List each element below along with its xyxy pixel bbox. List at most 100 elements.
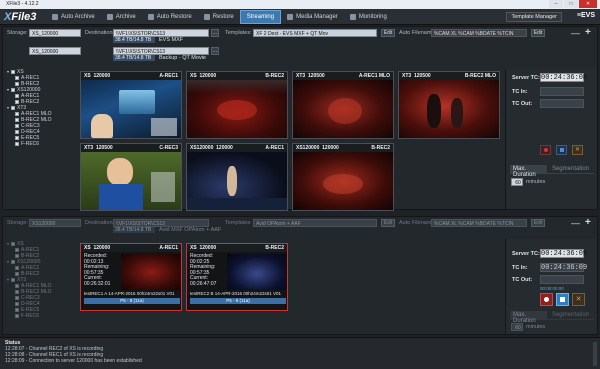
checkbox[interactable] xyxy=(15,100,19,104)
tc-out-field[interactable] xyxy=(540,99,584,108)
template-select[interactable]: Avid OPAtom + AAF xyxy=(253,219,377,227)
stop-button[interactable] xyxy=(556,145,567,155)
close-button[interactable]: ✕ xyxy=(579,0,597,8)
checkbox[interactable] xyxy=(11,242,16,246)
expand-icon[interactable]: ▾ xyxy=(7,259,9,265)
tc-in-field[interactable] xyxy=(540,87,584,96)
recording-clip-tile[interactable]: XS 120000 B-REC2 Recorded: 00:02:25 Remain… xyxy=(186,243,288,311)
tab-streaming[interactable]: Streaming xyxy=(239,9,282,24)
tree-item[interactable]: F-REC6 xyxy=(7,141,75,147)
storage-label: Storage: xyxy=(7,30,28,36)
template-manager-button[interactable]: Template Manager xyxy=(506,12,562,22)
dest2-browse-button[interactable]: ... xyxy=(211,47,219,55)
dest1-browse-button[interactable]: ... xyxy=(211,29,219,37)
status-scrollbar[interactable] xyxy=(593,342,597,366)
expand-icon[interactable]: ▾ xyxy=(7,105,9,111)
destination-path-2[interactable]: \\VF1\XS\STOR\CS13 xyxy=(113,47,209,55)
channel-tile[interactable]: XT3 120500 B-REC2 MLO xyxy=(398,71,500,139)
checkbox[interactable] xyxy=(15,82,19,86)
minutes-label: minutes xyxy=(526,324,546,330)
checkbox[interactable] xyxy=(11,278,16,282)
minimize-button[interactable]: – xyxy=(549,0,563,8)
tab-max-duration[interactable]: Max. Duration xyxy=(510,165,547,178)
tab-max-duration[interactable]: Max. Duration xyxy=(510,311,547,324)
channel-tile[interactable]: XS 120000 A-REC1 xyxy=(80,71,182,139)
autofilename-input[interactable]: %CAM.XL %CAM %BDATE %TCIN xyxy=(431,29,527,37)
status-log: Status 12:28:07 - Channel REC2 of XS is … xyxy=(0,337,600,369)
expand-icon[interactable]: ▾ xyxy=(7,241,9,247)
templates-label: Templates: xyxy=(225,220,252,226)
storage-select[interactable]: XS120000 xyxy=(29,219,81,227)
checkbox[interactable] xyxy=(11,106,16,110)
stop-button[interactable] xyxy=(556,293,569,306)
destination-path-1[interactable]: \\VF1\XS\STOR\CS13 xyxy=(113,29,209,37)
cancel-record-button[interactable]: ✕ xyxy=(572,145,583,155)
checkbox[interactable] xyxy=(15,94,19,98)
autofilename-edit-button[interactable]: Edit xyxy=(531,29,545,37)
expand-icon[interactable]: ▾ xyxy=(7,277,9,283)
record-icon xyxy=(544,297,549,302)
checkbox[interactable] xyxy=(15,142,19,146)
checkbox[interactable] xyxy=(15,76,19,80)
tab-archive[interactable]: Archive xyxy=(101,10,142,24)
tab-segmentation[interactable]: Segmentation xyxy=(547,165,594,173)
tab-restore[interactable]: Restore xyxy=(198,10,240,24)
duration-minutes-input[interactable]: 60 xyxy=(511,178,523,186)
destination-path-1[interactable]: \\VF1\XS\STOR\CS13 xyxy=(113,219,209,227)
channel-tile[interactable]: XS 120000 B-REC2 xyxy=(186,71,288,139)
tab-auto-archive[interactable]: Auto Archive xyxy=(46,10,101,24)
template-edit-button[interactable]: Edit xyxy=(381,219,395,227)
remove-panel-icon[interactable]: — xyxy=(571,28,580,38)
cancel-record-button[interactable]: ✕ xyxy=(572,293,585,306)
clip-filename: testREC2 B 14-APR-2016 00h24m22s01 V01 xyxy=(190,291,282,296)
tab-segmentation[interactable]: Segmentation xyxy=(547,311,594,319)
storage-select-2[interactable]: XS_120000 xyxy=(29,47,81,55)
autofilename-input[interactable]: %CAM.XL %CAM %BDATE %TCIN xyxy=(431,219,527,227)
autofilename-edit-button[interactable]: Edit xyxy=(531,219,545,227)
channel-tile[interactable]: XT3 120500 C-REC3 xyxy=(80,143,182,211)
template-select[interactable]: XF 2 Dest - EVS MXF + QT Mov xyxy=(253,29,377,37)
tc-out-field[interactable] xyxy=(540,275,584,284)
checkbox[interactable] xyxy=(15,248,19,252)
checkbox[interactable] xyxy=(15,124,19,128)
checkbox[interactable] xyxy=(15,296,19,300)
video-preview xyxy=(187,152,287,210)
checkbox[interactable] xyxy=(15,112,19,116)
checkbox[interactable] xyxy=(15,266,19,270)
checkbox[interactable] xyxy=(15,118,19,122)
expand-icon[interactable]: ▾ xyxy=(7,87,9,93)
video-preview xyxy=(81,152,181,210)
template-edit-button[interactable]: Edit xyxy=(381,29,395,37)
checkbox[interactable] xyxy=(11,88,16,92)
recording-clip-tile[interactable]: XS 120000 A-REC1 Recorded: 00:02:13 Remain… xyxy=(80,243,182,311)
expand-icon[interactable]: ▾ xyxy=(7,69,9,75)
tab-monitoring[interactable]: Monitoring xyxy=(344,10,393,24)
checkbox[interactable] xyxy=(15,290,19,294)
maximize-button[interactable]: □ xyxy=(564,0,578,8)
video-preview xyxy=(121,254,181,290)
checkbox[interactable] xyxy=(11,70,16,74)
duration-minutes-input[interactable]: 60 xyxy=(511,323,523,331)
checkbox[interactable] xyxy=(15,136,19,140)
channel-tile[interactable]: XT3 120500 A-REC1 MLO xyxy=(292,71,394,139)
record-button[interactable] xyxy=(540,145,551,155)
tc-in-field[interactable]: 00:24:36:09 xyxy=(540,263,587,272)
channel-tile[interactable]: XS120000 120000 B-REC2 xyxy=(292,143,394,211)
add-panel-icon[interactable]: + xyxy=(585,27,591,38)
add-panel-icon[interactable]: + xyxy=(585,217,591,228)
checkbox[interactable] xyxy=(15,272,19,276)
checkbox[interactable] xyxy=(15,314,19,318)
channel-tile[interactable]: XS120000 120000 A-REC1 xyxy=(186,143,288,211)
record-button[interactable] xyxy=(540,293,553,306)
tree-item[interactable]: F-REC6 xyxy=(7,313,75,319)
remove-panel-icon[interactable]: — xyxy=(571,218,580,228)
checkbox[interactable] xyxy=(11,260,16,264)
tab-media-manager[interactable]: Media Manager xyxy=(281,10,344,24)
checkbox[interactable] xyxy=(15,308,19,312)
checkbox[interactable] xyxy=(15,302,19,306)
storage-select[interactable]: XS_120000 xyxy=(29,29,81,37)
checkbox[interactable] xyxy=(15,130,19,134)
checkbox[interactable] xyxy=(15,254,19,258)
tab-auto-restore[interactable]: Auto Restore xyxy=(142,10,198,24)
checkbox[interactable] xyxy=(15,284,19,288)
